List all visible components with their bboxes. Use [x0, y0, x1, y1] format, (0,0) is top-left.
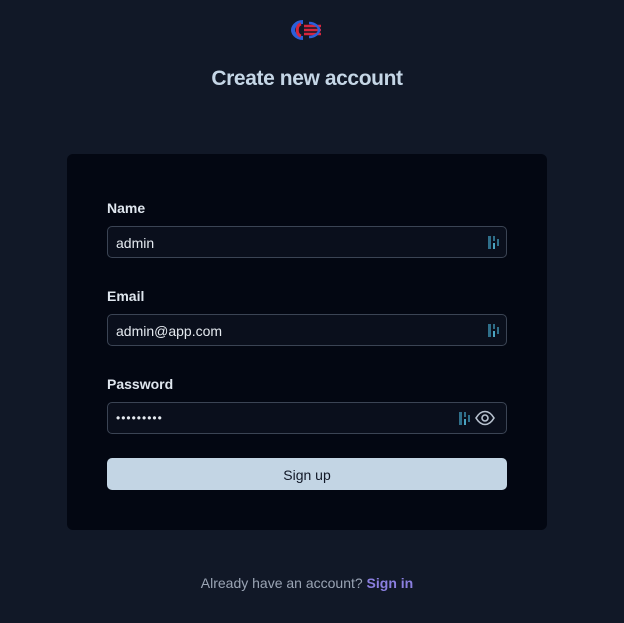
- sign-up-button[interactable]: Sign up: [107, 458, 507, 490]
- password-value: •••••••••: [116, 411, 163, 425]
- name-value: admin: [116, 235, 155, 251]
- password-manager-icon[interactable]: [487, 323, 501, 338]
- name-label: Name: [107, 200, 146, 216]
- email-label: Email: [107, 288, 145, 304]
- sign-in-link[interactable]: Sign in: [367, 575, 414, 591]
- name-field[interactable]: admin: [107, 226, 507, 258]
- password-field[interactable]: •••••••••: [107, 402, 507, 434]
- sign-in-prompt: Already have an account? Sign in: [0, 575, 614, 591]
- sign-in-prompt-text: Already have an account?: [200, 575, 363, 591]
- signup-page: Create new account Name admin Email admi…: [0, 0, 624, 623]
- signup-form-card: Name admin Email admin@app.com Password: [67, 154, 547, 530]
- password-manager-icon[interactable]: [487, 235, 501, 250]
- password-label: Password: [107, 376, 174, 392]
- app-logo-icon: [291, 20, 321, 40]
- email-field[interactable]: admin@app.com: [107, 314, 507, 346]
- password-manager-icon[interactable]: [458, 411, 472, 426]
- eye-icon[interactable]: [475, 410, 495, 426]
- email-value: admin@app.com: [116, 323, 223, 339]
- page-title: Create new account: [211, 67, 403, 90]
